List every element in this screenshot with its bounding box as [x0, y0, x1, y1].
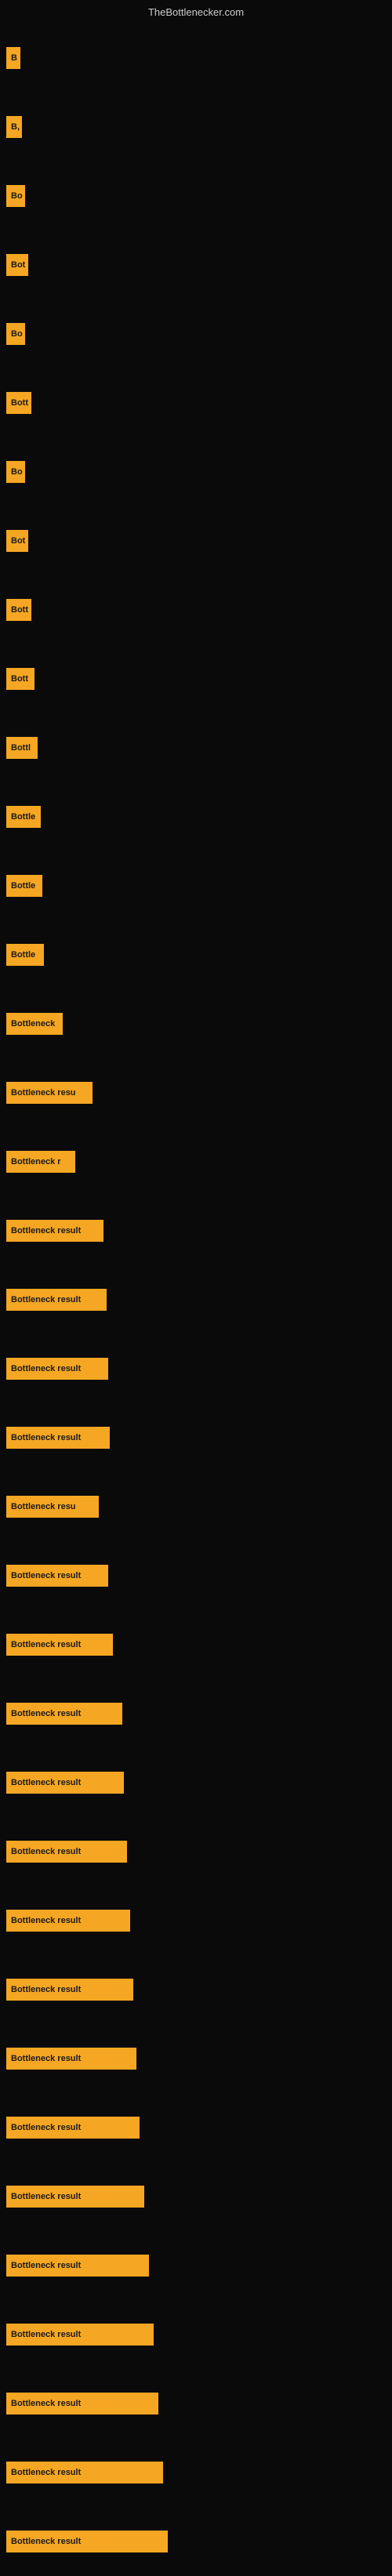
- label-box: Bo: [6, 461, 25, 483]
- label-box: Bot: [6, 530, 28, 552]
- list-item: Bottleneck result: [6, 2231, 168, 2300]
- list-item: Bottleneck result: [6, 1334, 168, 1403]
- list-item: Bottleneck result: [6, 2024, 168, 2093]
- label-box: Bo: [6, 185, 25, 207]
- list-item: B,: [6, 93, 168, 161]
- label-box: Bottleneck resu: [6, 1496, 99, 1518]
- list-item: Bottleneck resu: [6, 1058, 168, 1127]
- label-box: Bottleneck result: [6, 1841, 127, 1863]
- list-item: Bottleneck: [6, 989, 168, 1058]
- list-item: Bo: [6, 299, 168, 368]
- label-box: B: [6, 47, 20, 69]
- label-box: Bottleneck result: [6, 2324, 154, 2346]
- label-box: Bottleneck result: [6, 2462, 163, 2483]
- label-box: Bottleneck result: [6, 1703, 122, 1725]
- label-box: Bott: [6, 392, 31, 414]
- site-title: TheBottlenecker.com: [148, 6, 244, 18]
- label-box: Bottleneck result: [6, 1979, 133, 2001]
- label-box: Bottleneck result: [6, 2393, 158, 2415]
- label-box: Bottleneck result: [6, 2531, 168, 2552]
- list-item: Bottleneck result: [6, 1265, 168, 1334]
- label-box: Bottleneck: [6, 1013, 63, 1035]
- list-item: Bo: [6, 437, 168, 506]
- label-box: Bottle: [6, 806, 41, 828]
- list-item: Bot: [6, 230, 168, 299]
- label-box: Bottleneck result: [6, 1772, 124, 1794]
- label-box: Bottleneck result: [6, 2117, 140, 2139]
- label-box: Bottleneck resu: [6, 1082, 93, 1104]
- label-box: Bottleneck result: [6, 1358, 108, 1380]
- list-item: Bottleneck result: [6, 1679, 168, 1748]
- list-item: Bottleneck result: [6, 1610, 168, 1679]
- list-item: Bot: [6, 506, 168, 575]
- list-item: Bottleneck result: [6, 1196, 168, 1265]
- list-item: Bottl: [6, 713, 168, 782]
- list-item: Bottleneck result: [6, 1403, 168, 1472]
- label-box: Bott: [6, 599, 31, 621]
- list-item: Bottle: [6, 782, 168, 851]
- label-box: Bottleneck result: [6, 1910, 130, 1932]
- items-container: B B, Bo Bot Bo Bott Bo Bot Bott Bott Bottl Bottle Bo…: [6, 24, 168, 2576]
- list-item: B: [6, 24, 168, 93]
- list-item: Bottleneck result: [6, 2438, 168, 2507]
- list-item: Bott: [6, 575, 168, 644]
- label-box: Bottleneck result: [6, 1289, 107, 1311]
- label-box: Bottle: [6, 944, 44, 966]
- label-box: Bottleneck result: [6, 1427, 110, 1449]
- label-box: Bot: [6, 254, 28, 276]
- list-item: Bottleneck result: [6, 2093, 168, 2162]
- list-item: Bott: [6, 368, 168, 437]
- list-item: Bottleneck result: [6, 1541, 168, 1610]
- label-box: Bottleneck result: [6, 1565, 108, 1587]
- list-item: Bo: [6, 161, 168, 230]
- list-item: Bottle: [6, 920, 168, 989]
- list-item: Bottleneck result: [6, 1817, 168, 1886]
- list-item: Bottleneck r: [6, 1127, 168, 1196]
- label-box: Bottleneck result: [6, 1634, 113, 1656]
- label-box: Bo: [6, 323, 25, 345]
- label-box: Bottl: [6, 737, 38, 759]
- list-item: Bottleneck result: [6, 1955, 168, 2024]
- list-item: Bottleneck resu: [6, 1472, 168, 1541]
- label-box: Bottle: [6, 875, 42, 897]
- list-item: Bottleneck result: [6, 1748, 168, 1817]
- label-box: Bottleneck r: [6, 1151, 75, 1173]
- list-item: Bottleneck result: [6, 2369, 168, 2438]
- label-box: Bottleneck result: [6, 2255, 149, 2277]
- list-item: Bottle: [6, 851, 168, 920]
- label-box: Bott: [6, 668, 34, 690]
- label-box: Bottleneck result: [6, 1220, 103, 1242]
- label-box: B,: [6, 116, 22, 138]
- list-item: Bott: [6, 644, 168, 713]
- list-item: Bottleneck result: [6, 2162, 168, 2231]
- label-box: Bottleneck result: [6, 2048, 136, 2070]
- list-item: Bottleneck result: [6, 2300, 168, 2369]
- label-box: Bottleneck result: [6, 2186, 144, 2208]
- list-item: Bottleneck result: [6, 1886, 168, 1955]
- list-item: Bottleneck result: [6, 2507, 168, 2576]
